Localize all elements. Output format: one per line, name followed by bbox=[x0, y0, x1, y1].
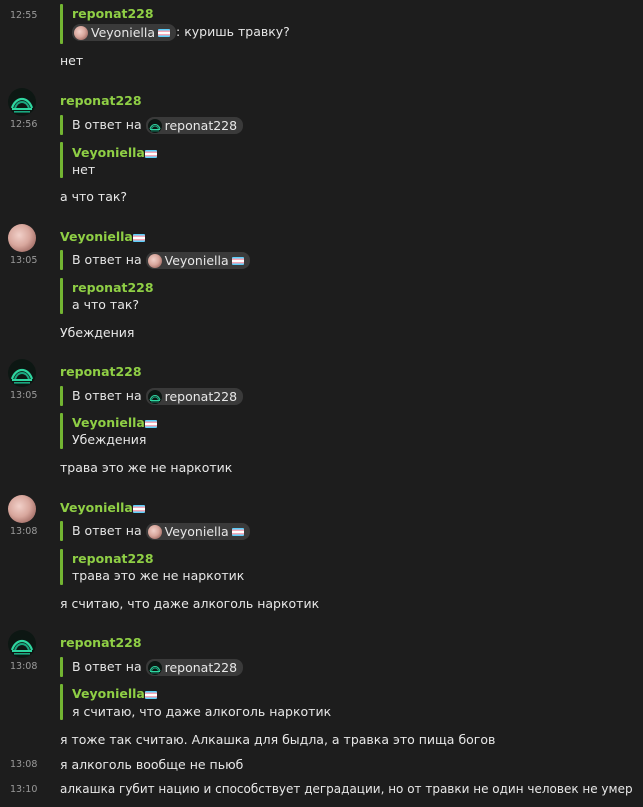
reply-reference[interactable]: В ответ на Veyoniella bbox=[72, 252, 250, 269]
reply-prefix: В ответ на bbox=[72, 252, 142, 267]
quote-text: Убеждения bbox=[72, 432, 147, 447]
reply-reference[interactable]: В ответ на reponat228 bbox=[72, 388, 244, 405]
reply-user-name: reponat228 bbox=[164, 660, 238, 675]
quote-bar bbox=[60, 684, 63, 720]
message-timestamp: 12:55 bbox=[10, 10, 38, 21]
reply-user-name: Veyoniella bbox=[164, 524, 229, 539]
reply-user-name: reponat228 bbox=[164, 389, 238, 404]
mention-chip[interactable]: Veyoniella bbox=[72, 24, 177, 41]
quote-author-line: Veyoniella bbox=[72, 415, 157, 430]
trans-flag-icon bbox=[144, 690, 157, 699]
reply-reference[interactable]: В ответ на reponat228 bbox=[72, 659, 244, 676]
reponat-avatar-icon[interactable] bbox=[8, 88, 36, 116]
quote-author-line: Veyoniella bbox=[72, 145, 157, 160]
message-author[interactable]: reponat228 bbox=[60, 635, 142, 650]
veyoniella-avatar-icon bbox=[147, 253, 162, 268]
message-text: Убеждения bbox=[60, 325, 135, 340]
message-text: я считаю, что даже алкоголь наркотик bbox=[60, 596, 320, 611]
trans-flag-icon bbox=[158, 28, 171, 37]
reply-prefix: В ответ на bbox=[72, 117, 142, 132]
quote-bar bbox=[60, 549, 63, 585]
quote-author[interactable]: reponat228 bbox=[72, 280, 154, 295]
quote-bar bbox=[60, 278, 63, 314]
reply-reference[interactable]: В ответ на reponat228 bbox=[72, 117, 244, 134]
quote-author[interactable]: Veyoniella bbox=[72, 686, 145, 701]
trans-flag-icon bbox=[231, 256, 244, 265]
message-timestamp: 13:10 bbox=[10, 784, 38, 795]
reply-user-chip[interactable]: reponat228 bbox=[145, 388, 244, 405]
quote-author[interactable]: Veyoniella bbox=[72, 415, 145, 430]
quote-line: Veyoniella : куришь травку? bbox=[72, 24, 290, 41]
veyoniella-avatar-icon bbox=[74, 25, 88, 40]
reponat-avatar-icon[interactable] bbox=[8, 630, 36, 658]
quote-author[interactable]: Veyoniella bbox=[72, 145, 145, 160]
quote-text: я считаю, что даже алкоголь наркотик bbox=[72, 704, 332, 719]
quote-author-line: Veyoniella bbox=[72, 686, 157, 701]
message-text: а что так? bbox=[60, 189, 128, 204]
reply-prefix: В ответ на bbox=[72, 659, 142, 674]
reply-reference[interactable]: В ответ на Veyoniella bbox=[72, 523, 250, 540]
message-text: алкашка губит нацию и способствует дегра… bbox=[60, 782, 633, 796]
trans-flag-icon bbox=[231, 527, 244, 536]
trans-flag-icon bbox=[132, 504, 145, 513]
reply-user-name: Veyoniella bbox=[164, 253, 229, 268]
quote-text: : куришь травку? bbox=[176, 24, 290, 39]
trans-flag-icon bbox=[144, 149, 157, 158]
quote-author[interactable]: reponat228 bbox=[72, 6, 154, 21]
message-timestamp: 13:05 bbox=[10, 390, 38, 401]
message-timestamp: 13:05 bbox=[10, 255, 38, 266]
message-author[interactable]: Veyoniella bbox=[60, 500, 133, 515]
veyoniella-avatar-icon bbox=[147, 524, 162, 539]
reply-user-chip[interactable]: Veyoniella bbox=[145, 252, 250, 269]
message-text: я тоже так считаю. Алкашка для быдла, а … bbox=[60, 732, 496, 747]
reply-user-chip[interactable]: reponat228 bbox=[145, 659, 244, 676]
reply-user-name: reponat228 bbox=[164, 118, 238, 133]
reply-user-chip[interactable]: reponat228 bbox=[145, 117, 244, 134]
message-text: нет bbox=[60, 53, 84, 68]
quote-bar bbox=[60, 413, 63, 449]
quote-text: а что так? bbox=[72, 297, 140, 312]
quote-text: нет bbox=[72, 162, 96, 177]
trans-flag-icon bbox=[144, 419, 157, 428]
reply-bar bbox=[60, 657, 63, 677]
reponat-avatar-icon bbox=[148, 390, 162, 404]
message-author-line: Veyoniella bbox=[60, 500, 145, 515]
reply-bar bbox=[60, 521, 63, 541]
reponat-avatar-icon bbox=[148, 661, 162, 675]
quote-text: трава это же не наркотик bbox=[72, 568, 245, 583]
message-timestamp: 13:08 bbox=[10, 759, 38, 770]
reponat-avatar-icon bbox=[148, 119, 162, 133]
veyoniella-avatar-icon[interactable] bbox=[8, 224, 36, 252]
message-timestamp: 13:08 bbox=[10, 526, 38, 537]
reply-bar bbox=[60, 115, 63, 135]
quote-bar bbox=[60, 4, 63, 44]
message-text: трава это же не наркотик bbox=[60, 460, 233, 475]
message-timestamp: 13:08 bbox=[10, 661, 38, 672]
message-text: я алкоголь вообще не пьюб bbox=[60, 757, 244, 772]
reponat-avatar-icon[interactable] bbox=[8, 359, 36, 387]
reply-prefix: В ответ на bbox=[72, 523, 142, 538]
message-timestamp: 12:56 bbox=[10, 119, 38, 130]
reply-bar bbox=[60, 250, 63, 270]
quote-bar bbox=[60, 142, 63, 178]
quote-author[interactable]: reponat228 bbox=[72, 551, 154, 566]
message-author-line: Veyoniella bbox=[60, 229, 145, 244]
message-author[interactable]: reponat228 bbox=[60, 93, 142, 108]
veyoniella-avatar-icon[interactable] bbox=[8, 495, 36, 523]
mention-name: Veyoniella bbox=[91, 25, 156, 40]
message-author[interactable]: Veyoniella bbox=[60, 229, 133, 244]
reply-prefix: В ответ на bbox=[72, 388, 142, 403]
trans-flag-icon bbox=[132, 233, 145, 242]
message-author[interactable]: reponat228 bbox=[60, 364, 142, 379]
reply-user-chip[interactable]: Veyoniella bbox=[145, 523, 250, 540]
reply-bar bbox=[60, 386, 63, 406]
